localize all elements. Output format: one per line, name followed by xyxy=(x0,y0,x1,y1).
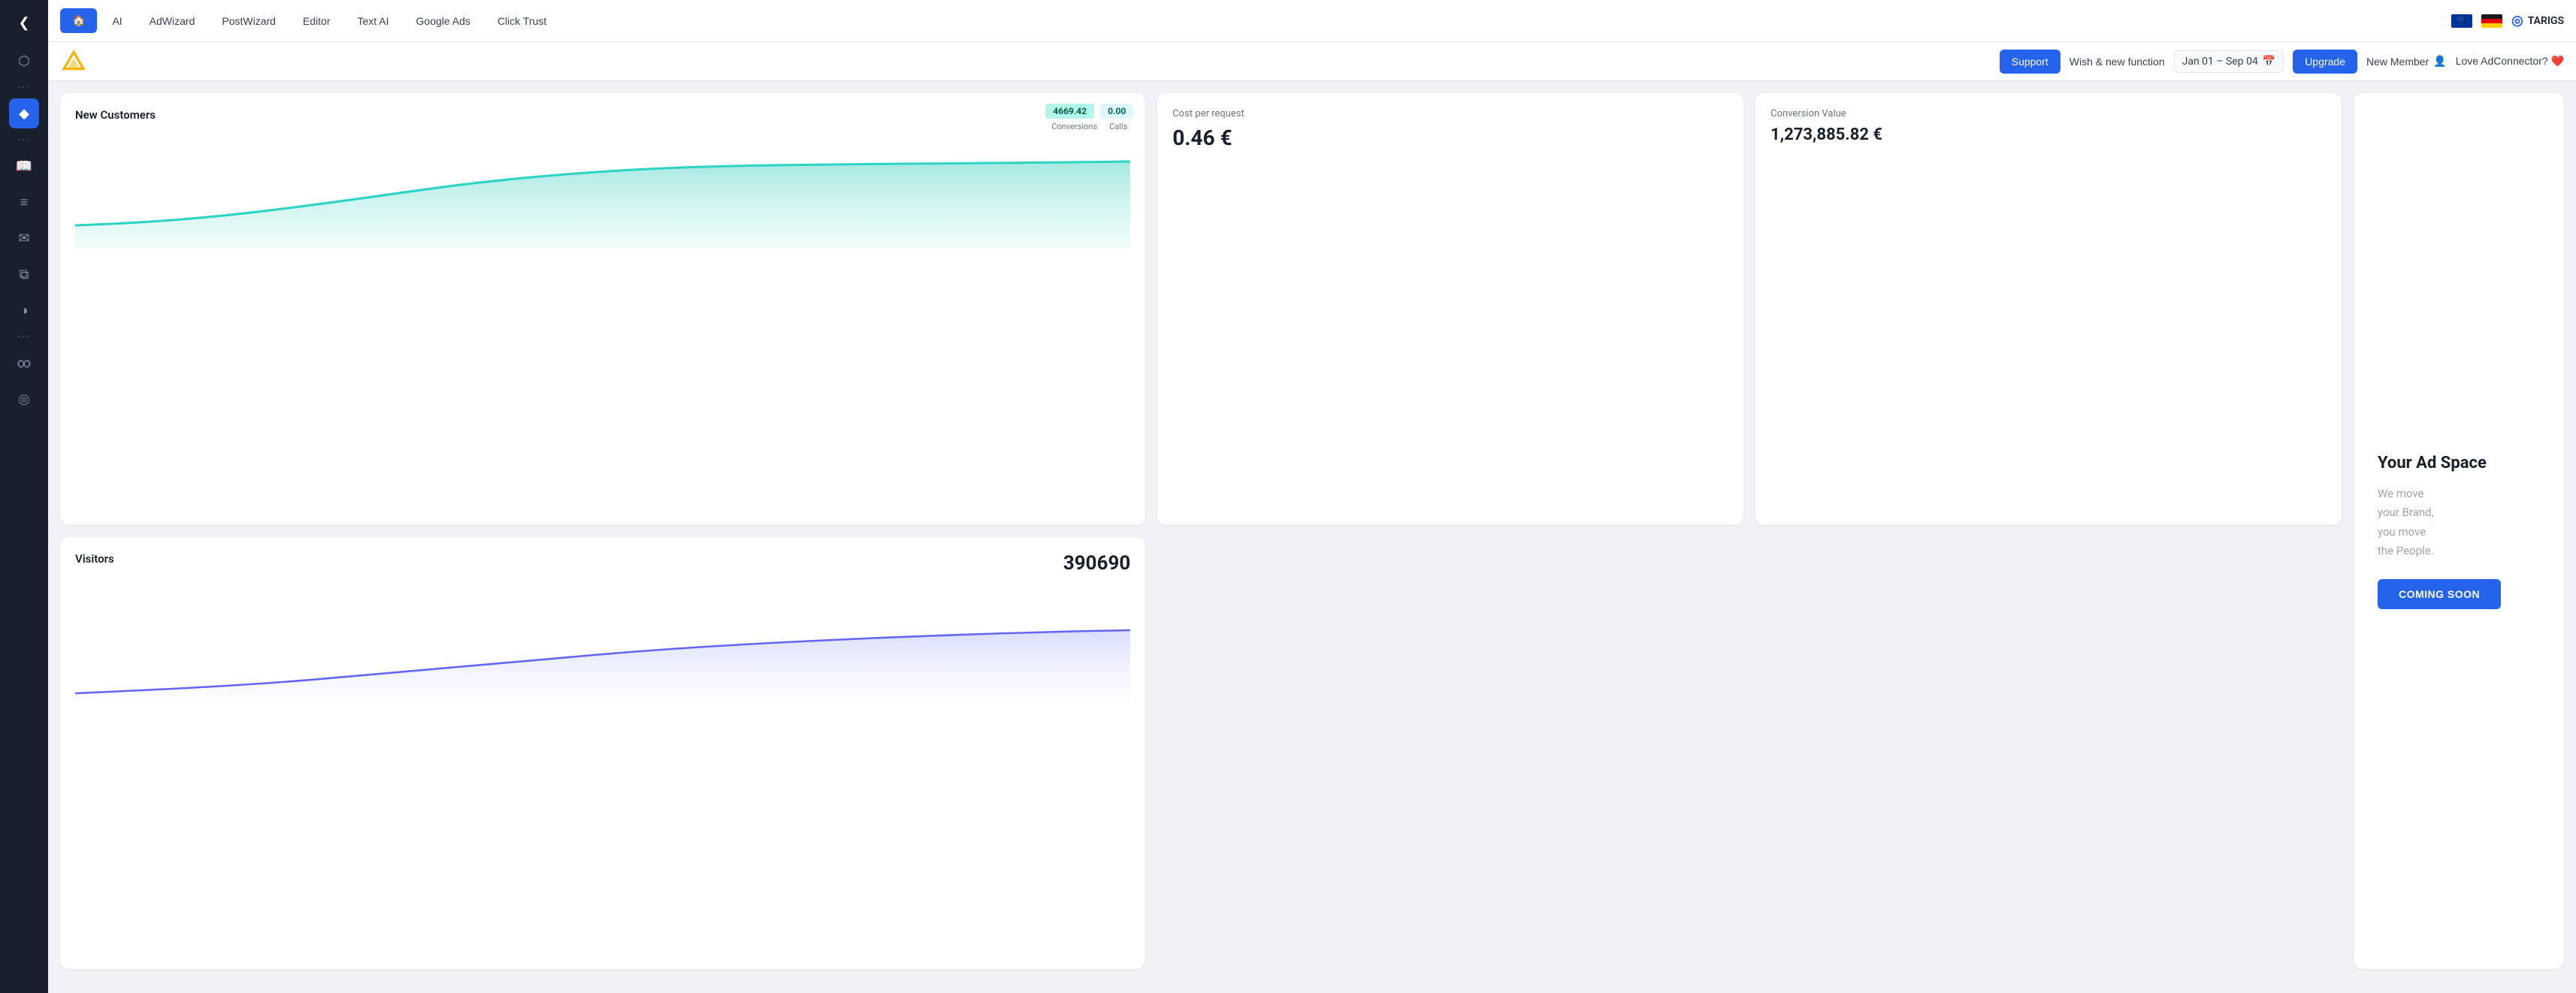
badges-row: 4669.42 0.00 xyxy=(1045,104,1133,119)
middle-top-cards: Cost per request 0.46 € Conversion Value… xyxy=(1157,93,2342,525)
date-range-label: Jan 01 – Sep 04 xyxy=(2182,56,2258,68)
sidebar: ❮ ⬡ ··· ◆ ··· 📖 ≡ ✉ ⧉ ◑ ··· ∞ ◎ xyxy=(0,0,48,993)
sidebar-dots-3: ··· xyxy=(18,331,29,342)
calendar-icon: 📅 xyxy=(2263,56,2275,68)
dashboard: New Customers 4669.42 0.00 Conversions C… xyxy=(48,81,2576,993)
conversion-value-card: Conversion Value 1,273,885.82 € xyxy=(1755,93,2342,525)
cost-per-request-label: Cost per request xyxy=(1172,108,1728,119)
adspace-description: We move your Brand, you move the People. xyxy=(2378,484,2434,561)
visitors-value: 390690 xyxy=(1063,552,1131,575)
sidebar-item-book[interactable]: 📖 xyxy=(9,151,39,181)
main-content: 🏠 AI AdWizard PostWizard Editor Text AI … xyxy=(48,0,2576,993)
ad-space-card: Your Ad Space We move your Brand, you mo… xyxy=(2354,93,2564,969)
de-flag-icon[interactable] xyxy=(2481,14,2502,28)
sidebar-item-home[interactable]: ⬡ xyxy=(9,46,39,76)
home-button[interactable]: 🏠 xyxy=(60,8,97,33)
sidebar-item-layers[interactable]: ⧉ xyxy=(9,259,39,289)
date-range-picker[interactable]: Jan 01 – Sep 04 📅 xyxy=(2174,50,2284,73)
tarigs-icon: ◎ xyxy=(2511,13,2523,29)
textai-button[interactable]: Text AI xyxy=(346,9,401,33)
visitors-title: Visitors xyxy=(75,552,1130,566)
new-customers-card: New Customers 4669.42 0.00 Conversions C… xyxy=(60,93,1145,525)
nav-right-area: 🇪🇺 ◎ TARIGS xyxy=(2451,13,2564,29)
cost-per-request-card: Cost per request 0.46 € xyxy=(1157,93,1743,525)
tarigs-label: TARIGS xyxy=(2528,15,2564,27)
top-navigation: 🏠 AI AdWizard PostWizard Editor Text AI … xyxy=(48,0,2576,42)
love-adconnector-button[interactable]: Love AdConnector? ❤️ xyxy=(2456,55,2564,68)
adspace-title: Your Ad Space xyxy=(2378,454,2487,472)
sub-header: Support Wish & new function Jan 01 – Sep… xyxy=(48,42,2576,81)
tarigs-logo: ◎ TARIGS xyxy=(2511,13,2564,29)
cost-per-request-value: 0.46 € xyxy=(1172,125,1728,150)
visitors-chart xyxy=(75,596,1130,701)
conversions-badge: 4669.42 xyxy=(1045,104,1094,119)
sidebar-item-list[interactable]: ≡ xyxy=(9,187,39,217)
new-member-button[interactable]: New Member 👤 xyxy=(2366,55,2447,68)
conversion-value-value: 1,273,885.82 € xyxy=(1770,125,2327,144)
support-button[interactable]: Support xyxy=(2000,50,2060,74)
adwizard-button[interactable]: AdWizard xyxy=(138,9,207,33)
clicktrust-button[interactable]: Click Trust xyxy=(485,9,558,33)
new-customers-title: New Customers xyxy=(75,108,1130,122)
sidebar-item-diamond[interactable]: ◆ xyxy=(9,98,39,128)
sidebar-dots-2: ··· xyxy=(18,134,29,145)
postwizard-button[interactable]: PostWizard xyxy=(210,9,288,33)
coming-soon-button[interactable]: COMING SOON xyxy=(2378,579,2501,609)
sidebar-item-mail[interactable]: ✉ xyxy=(9,223,39,253)
new-customers-chart xyxy=(75,128,1130,248)
adconnector-logo-small xyxy=(60,48,87,75)
person-icon: 👤 xyxy=(2433,55,2446,68)
sidebar-item-drop[interactable]: ◑ xyxy=(9,295,39,325)
new-member-label: New Member xyxy=(2366,56,2429,68)
wish-function-button[interactable]: Wish & new function xyxy=(2070,56,2165,68)
sidebar-item-tarigs[interactable]: ◎ xyxy=(9,384,39,414)
eu-flag-icon[interactable]: 🇪🇺 xyxy=(2451,14,2472,28)
love-label: Love AdConnector? ❤️ xyxy=(2456,55,2564,68)
sidebar-item-meta[interactable]: ∞ xyxy=(9,348,39,378)
sidebar-dots-1: ··· xyxy=(18,82,29,92)
editor-button[interactable]: Editor xyxy=(291,9,343,33)
upgrade-button[interactable]: Upgrade xyxy=(2293,50,2357,74)
conversion-value-label: Conversion Value xyxy=(1770,108,2327,119)
visitors-card: Visitors 390690 xyxy=(60,537,1145,969)
calls-badge: 0.00 xyxy=(1100,104,1133,119)
sidebar-toggle[interactable]: ❮ xyxy=(12,9,35,37)
googleads-button[interactable]: Google Ads xyxy=(404,9,482,33)
ai-button[interactable]: AI xyxy=(100,9,134,33)
